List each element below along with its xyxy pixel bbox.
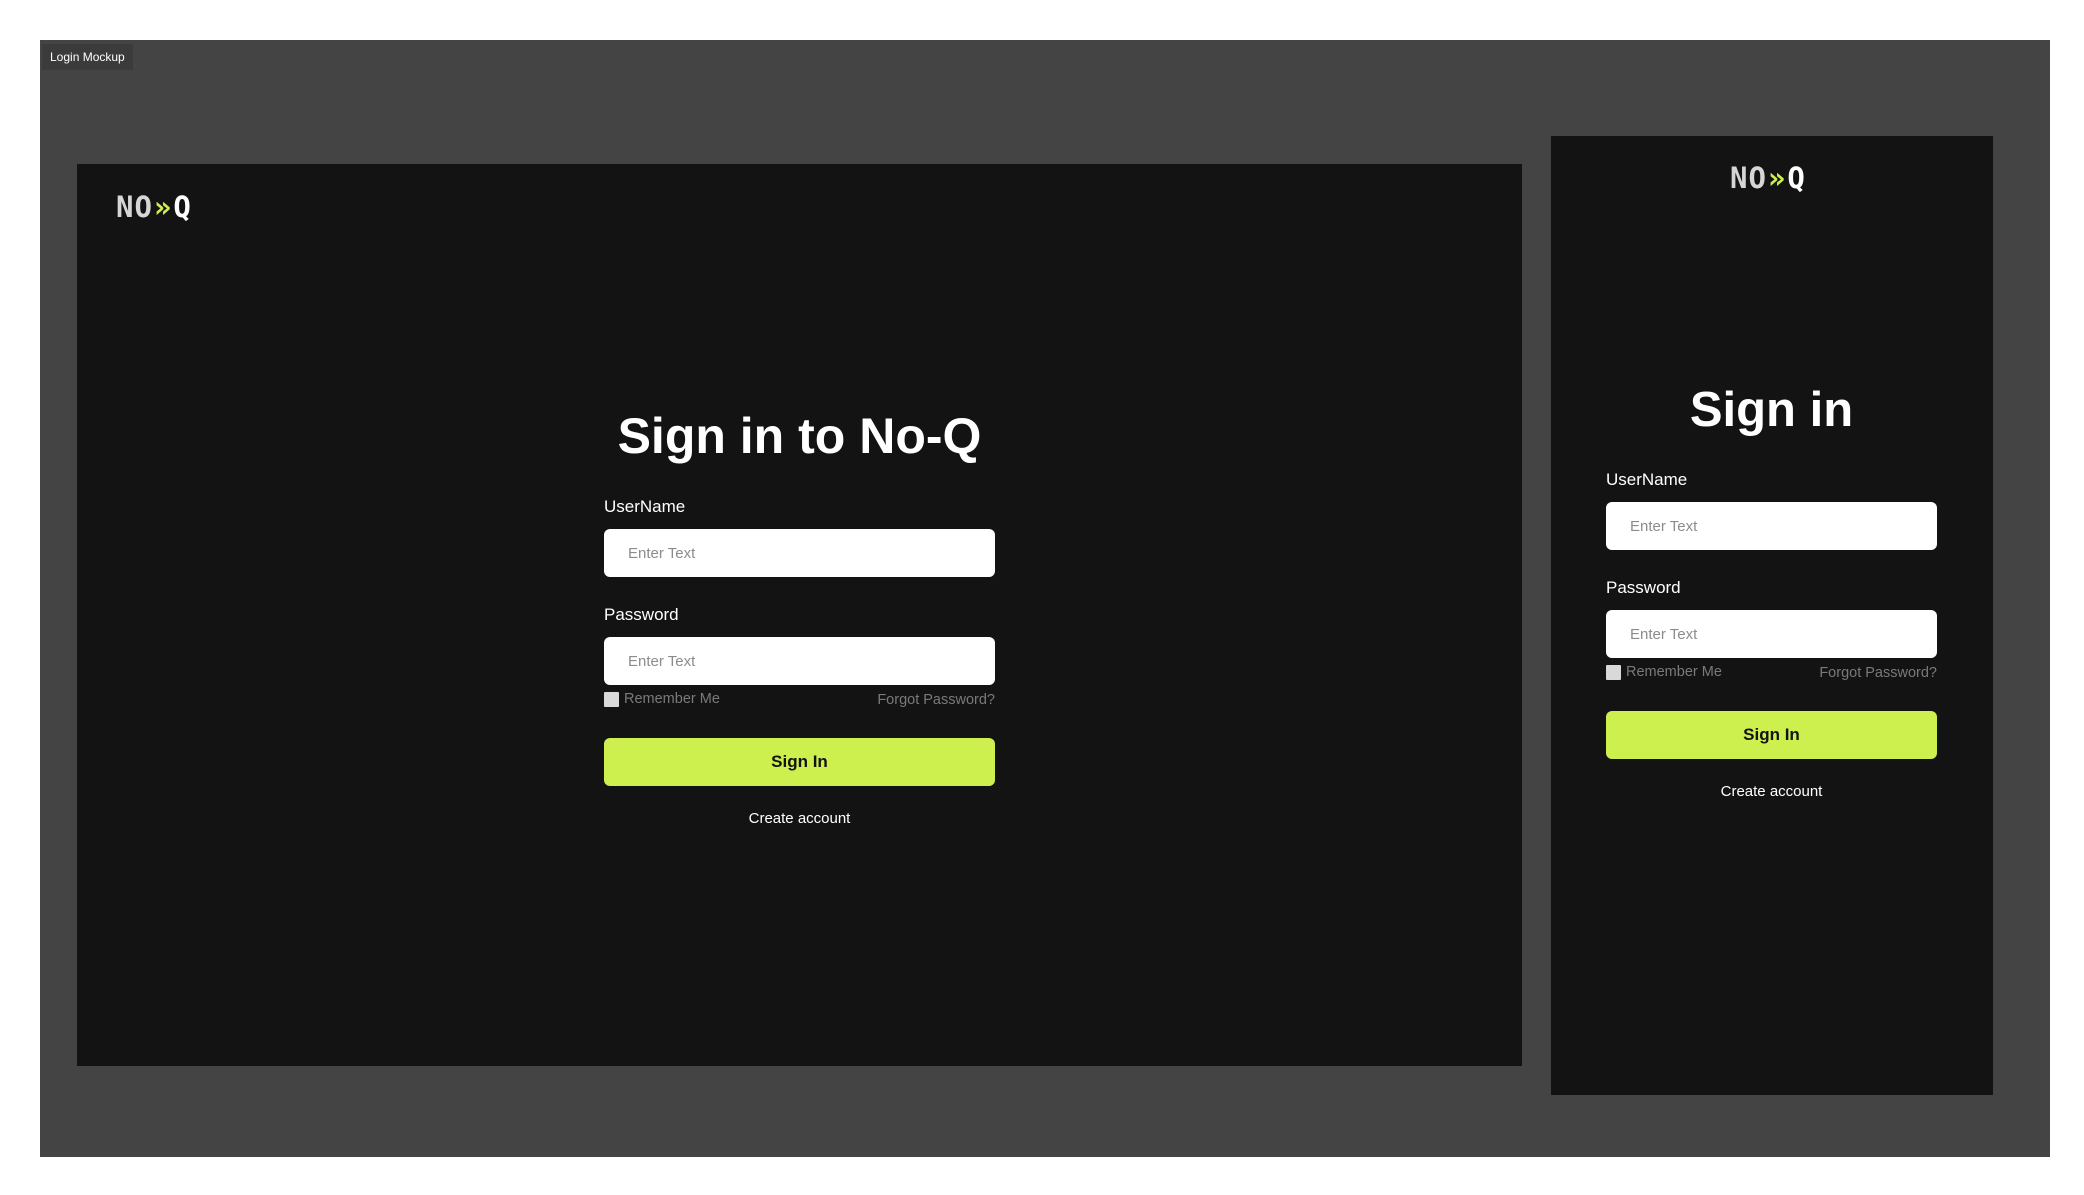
username-input[interactable] [604, 529, 995, 577]
logo-text-q: Q [173, 190, 192, 224]
remember-me-checkbox[interactable] [1606, 664, 1621, 680]
forgot-password-link[interactable]: Forgot Password? [1737, 665, 1937, 681]
remember-me-label: Remember Me [1626, 664, 1722, 680]
logo-text-no: NO [1730, 161, 1767, 195]
forgot-password-link[interactable]: Forgot Password? [795, 692, 995, 708]
logo-text-q: Q [1787, 161, 1806, 195]
create-account-link[interactable]: Create account [1606, 783, 1937, 800]
logo-arrows-icon: » [1767, 161, 1787, 195]
create-account-link[interactable]: Create account [604, 810, 995, 827]
password-input[interactable] [604, 637, 995, 685]
password-label: Password [1606, 578, 1681, 597]
remember-me[interactable]: Remember Me [604, 691, 720, 707]
logo-text-no: NO [116, 190, 153, 224]
sign-in-button[interactable]: Sign In [1606, 711, 1937, 759]
username-label: UserName [1606, 470, 1688, 489]
desktop-login-frame: NO»Q Sign in to No-Q UserName Password R… [77, 164, 1522, 1066]
password-input[interactable] [1606, 610, 1937, 658]
remember-me-label: Remember Me [624, 691, 720, 707]
remember-me[interactable]: Remember Me [1606, 664, 1722, 680]
mobile-login-frame: NO»Q Sign in UserName Password Remember … [1551, 136, 1993, 1095]
noq-logo[interactable]: NO»Q [1730, 161, 1806, 195]
page-title: Sign in to No-Q [617, 408, 982, 464]
remember-me-checkbox[interactable] [604, 691, 619, 707]
sign-in-button[interactable]: Sign In [604, 738, 995, 786]
username-input[interactable] [1606, 502, 1937, 550]
noq-logo[interactable]: NO»Q [116, 190, 192, 224]
logo-arrows-icon: » [153, 190, 173, 224]
password-label: Password [604, 605, 679, 624]
design-canvas: Login Mockup NO»Q Sign in to No-Q UserNa… [40, 40, 2050, 1157]
frame-label[interactable]: Login Mockup [42, 44, 133, 70]
username-label: UserName [604, 497, 686, 516]
page-title: Sign in [1689, 383, 1854, 437]
